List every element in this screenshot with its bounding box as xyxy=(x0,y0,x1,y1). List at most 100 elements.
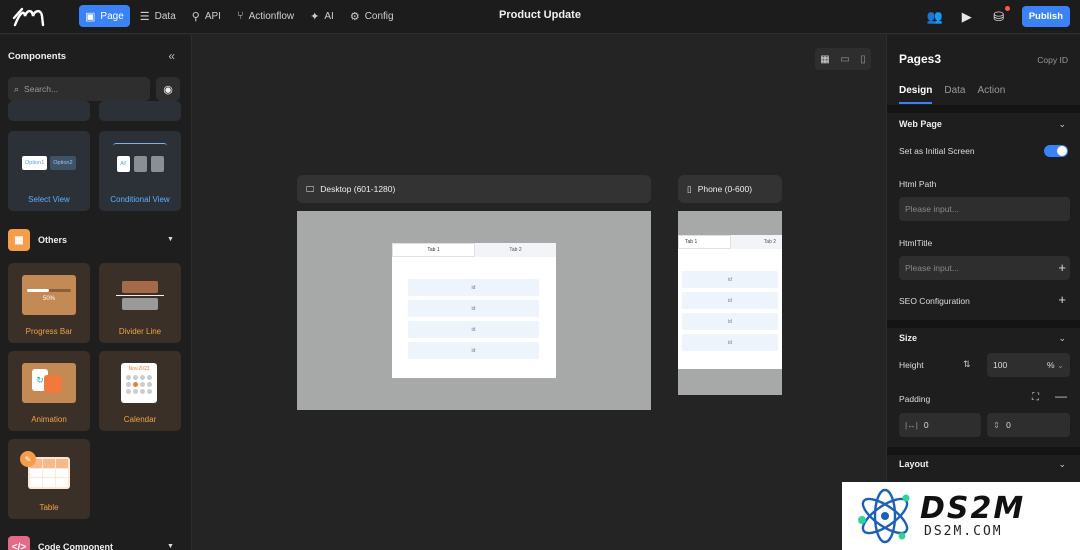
edit-badge-icon: ✎ xyxy=(20,451,36,467)
card-select-view[interactable]: Option1 Option2 Select View xyxy=(8,131,90,211)
height-mode-icon[interactable]: ⇅ xyxy=(963,359,971,370)
height-label: Height xyxy=(899,360,924,370)
collapse-icon[interactable]: « xyxy=(168,49,175,63)
initial-screen-toggle[interactable] xyxy=(1044,145,1068,157)
monitor-icon: 🖵 xyxy=(306,183,315,194)
tab-action[interactable]: Action xyxy=(977,85,1005,104)
height-field[interactable]: 100 % ⌄ xyxy=(987,353,1070,377)
section-code-component[interactable]: </> Code Component xyxy=(8,536,113,550)
notifications-icon[interactable]: ⛁ xyxy=(990,5,1010,26)
desktop-frame[interactable]: Tab 1 Tab 2 id id id id xyxy=(297,211,651,410)
page-name: Pages3 xyxy=(899,52,942,66)
top-right-tools: 👥 ▶ ⛁ Publish xyxy=(926,5,1070,27)
card-label: Conditional View xyxy=(110,195,170,204)
caret-down-icon[interactable]: ▼ xyxy=(167,236,174,243)
nav-ai[interactable]: ✦ AI xyxy=(304,5,340,27)
card-label: Calendar xyxy=(123,415,157,424)
tab-design[interactable]: Design xyxy=(899,85,933,104)
card-table[interactable]: ✎ Table xyxy=(8,439,90,519)
tab-2[interactable]: Tab 2 xyxy=(475,243,556,257)
users-icon[interactable]: 👥 xyxy=(926,8,944,26)
tab-1[interactable]: Tab 1 xyxy=(678,235,731,249)
desktop-frame-label[interactable]: 🖵 Desktop (601-1280) xyxy=(297,175,651,203)
list-item[interactable]: id xyxy=(682,271,778,288)
list-item[interactable]: id xyxy=(682,313,778,330)
code-icon: </> xyxy=(8,536,30,550)
ai-icon: ✦ xyxy=(310,10,320,23)
padding-horizontal-field[interactable]: |↔| 0 xyxy=(899,413,981,437)
card-label: Table xyxy=(39,503,59,512)
caret-down-icon[interactable]: ▼ xyxy=(167,543,174,550)
phone-view-icon[interactable]: ▯ xyxy=(860,54,866,65)
card-label: Select View xyxy=(28,195,70,204)
chevron-down-icon[interactable]: ⌄ xyxy=(1058,459,1066,470)
card-calendar[interactable]: Nov.2023 Calendar xyxy=(99,351,181,431)
section-others[interactable]: ▦ Others xyxy=(8,229,67,251)
main-nav: ▣ Page ☰ Data ⚲ API ⑂ Actionflow ✦ AI ⚙ Config xyxy=(79,5,400,27)
top-bar: ▣ Page ☰ Data ⚲ API ⑂ Actionflow ✦ AI ⚙ Config… xyxy=(0,0,1080,34)
padding-vertical-field[interactable]: ⇕ 0 xyxy=(987,413,1070,437)
card-partial-2[interactable] xyxy=(99,101,181,121)
animation-thumb: ↻ xyxy=(22,363,76,403)
watermark: DS2M DS2M.COM xyxy=(842,482,1080,550)
publish-button[interactable]: Publish xyxy=(1021,6,1070,27)
padding-collapse-icon[interactable]: — xyxy=(1055,389,1067,403)
list-item[interactable]: id xyxy=(408,300,539,317)
list-item[interactable]: id xyxy=(408,321,539,338)
desktop-page[interactable]: Tab 1 Tab 2 id id id id xyxy=(392,243,556,378)
height-unit-select[interactable]: % ⌄ xyxy=(1047,360,1064,371)
nav-actionflow[interactable]: ⑂ Actionflow xyxy=(231,5,300,27)
list-item[interactable]: id xyxy=(682,292,778,309)
tab-1[interactable]: Tab 1 xyxy=(392,243,475,257)
play-icon[interactable]: ▶ xyxy=(958,8,976,26)
add-title-icon[interactable]: + xyxy=(1058,260,1066,275)
search-icon: ⌕ xyxy=(14,83,20,94)
copy-id-button[interactable]: Copy ID xyxy=(1037,55,1068,65)
grid-view-icon[interactable]: ▦ xyxy=(820,54,829,65)
web-page-section[interactable]: Web Page xyxy=(899,119,942,129)
list-item[interactable]: id xyxy=(682,334,778,351)
size-section[interactable]: Size xyxy=(899,333,917,343)
card-divider-line[interactable]: Divider Line xyxy=(99,263,181,343)
tab-2[interactable]: Tab 2 xyxy=(731,235,782,249)
tab-bar: Tab 1 Tab 2 xyxy=(392,243,556,257)
phone-page[interactable]: Tab 1 Tab 2 id id id id xyxy=(678,235,782,369)
html-path-input[interactable] xyxy=(905,204,1045,214)
card-partial-1[interactable] xyxy=(8,101,90,121)
nav-page[interactable]: ▣ Page xyxy=(79,5,130,27)
chevron-down-icon[interactable]: ⌄ xyxy=(1058,333,1066,344)
page-icon: ▣ xyxy=(85,10,96,23)
layout-section[interactable]: Layout xyxy=(899,459,929,469)
search-input[interactable] xyxy=(24,84,135,94)
chevron-down-icon[interactable]: ⌄ xyxy=(1058,119,1066,130)
design-canvas[interactable]: ▦ ▭ ▯ 🖵 Desktop (601-1280) Tab 1 Tab 2 i… xyxy=(193,35,885,550)
nav-config[interactable]: ⚙ Config xyxy=(344,5,400,27)
tab-data[interactable]: Data xyxy=(944,85,965,104)
app-logo[interactable] xyxy=(12,6,52,28)
others-icon: ▦ xyxy=(8,229,30,251)
add-seo-icon[interactable]: + xyxy=(1058,292,1066,307)
section-divider xyxy=(887,447,1080,455)
html-path-label: Html Path xyxy=(899,179,937,189)
components-panel: Components « ⌕ ◉ Option1 Option2 Select … xyxy=(0,35,192,550)
nav-api[interactable]: ⚲ API xyxy=(186,5,227,27)
card-conditional-view[interactable]: All Conditional View xyxy=(99,131,181,211)
card-animation[interactable]: ↻ Animation xyxy=(8,351,90,431)
html-title-input[interactable] xyxy=(905,263,1045,273)
card-progress-bar[interactable]: 50% Progress Bar xyxy=(8,263,90,343)
square-icon xyxy=(150,155,164,172)
phone-icon: ▯ xyxy=(687,183,692,194)
github-icon[interactable]: ◉ xyxy=(156,77,180,101)
padding-mode-icon[interactable]: ⛶ xyxy=(1032,392,1039,403)
list-item[interactable]: id xyxy=(408,342,539,359)
nav-data[interactable]: ☰ Data xyxy=(134,5,182,27)
phone-frame[interactable]: Tab 1 Tab 2 id id id id xyxy=(678,211,782,395)
atom-logo-icon xyxy=(858,488,910,544)
phone-frame-label[interactable]: ▯ Phone (0-600) xyxy=(678,175,782,203)
desktop-view-icon[interactable]: ▭ xyxy=(840,54,849,65)
section-divider xyxy=(887,320,1080,328)
card-label: Animation xyxy=(31,415,67,424)
conditional-view-thumb: All xyxy=(113,143,167,183)
html-title-field xyxy=(899,256,1070,280)
list-item[interactable]: id xyxy=(408,279,539,296)
